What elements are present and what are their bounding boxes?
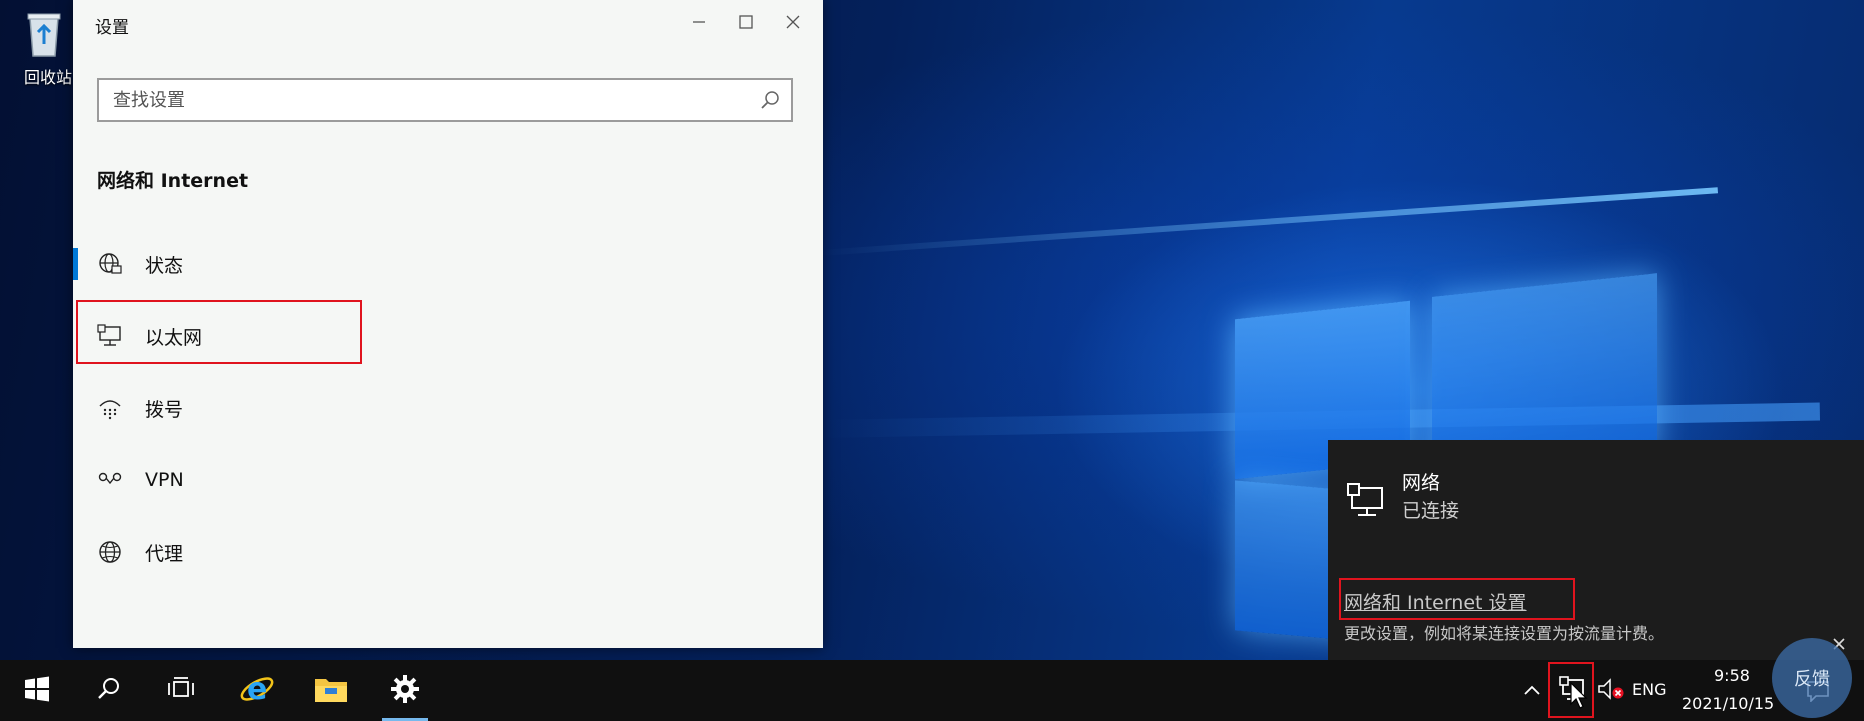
clock-date[interactable]: 2021/10/15	[1682, 694, 1774, 713]
section-title: 网络和 Internet	[97, 170, 249, 192]
dialup-icon	[95, 393, 125, 423]
volume-tray-button[interactable]	[1594, 660, 1628, 721]
chevron-up-icon	[1523, 681, 1541, 700]
nav-item-label: 状态	[145, 254, 184, 277]
nav-item-label: VPN	[145, 469, 184, 491]
nav-item-dialup[interactable]: 拨号	[73, 380, 403, 436]
taskbar: e ENG 9:58 2021/10/15	[0, 660, 1864, 721]
network-computer-icon	[1346, 482, 1386, 522]
ethernet-icon	[95, 321, 125, 351]
globe-status-icon	[95, 249, 125, 279]
task-view-button[interactable]	[156, 660, 206, 721]
internet-explorer-icon: e	[239, 671, 275, 711]
search-icon[interactable]	[759, 89, 781, 115]
wallpaper-beam	[819, 187, 1719, 256]
search-input[interactable]	[99, 80, 735, 120]
nav-item-label: 以太网	[145, 326, 203, 349]
nav-item-label: 拨号	[145, 398, 184, 421]
language-indicator[interactable]: ENG	[1632, 680, 1666, 699]
recycle-bin-label: 回收站	[24, 68, 73, 87]
mouse-cursor-icon	[1570, 681, 1588, 714]
recycle-bin-shortcut[interactable]: 回收站	[24, 10, 73, 88]
globe-icon	[95, 537, 125, 567]
folder-icon	[314, 674, 348, 708]
network-settings-description: 更改设置，例如将某连接设置为按流量计费。	[1344, 624, 1665, 643]
minimize-button[interactable]	[676, 8, 722, 40]
network-status: 已连接	[1402, 500, 1460, 522]
nav-item-label: 代理	[145, 542, 184, 565]
recycle-bin-icon	[26, 10, 62, 58]
settings-titlebar[interactable]: 设置	[73, 0, 823, 48]
nav-item-vpn[interactable]: VPN	[73, 452, 403, 508]
internet-explorer-button[interactable]: e	[230, 660, 284, 721]
clock-time[interactable]: 9:58	[1714, 666, 1750, 685]
taskbar-search-button[interactable]	[84, 660, 134, 721]
search-icon	[96, 676, 122, 706]
start-button[interactable]	[12, 660, 62, 721]
window-title: 设置	[95, 18, 129, 38]
close-button[interactable]	[770, 8, 816, 40]
minimize-icon	[691, 14, 707, 34]
feedback-label: 反馈	[1794, 669, 1830, 690]
gear-icon	[390, 674, 420, 708]
file-explorer-button[interactable]	[304, 660, 358, 721]
show-hidden-icons-button[interactable]	[1516, 660, 1548, 721]
nav-item-ethernet[interactable]: 以太网	[73, 308, 403, 364]
windows-logo-icon	[24, 676, 50, 706]
nav-item-proxy[interactable]: 代理	[73, 524, 403, 580]
maximize-button[interactable]	[723, 8, 769, 40]
task-view-icon	[167, 676, 195, 705]
feedback-button[interactable]: 反馈	[1772, 638, 1852, 718]
settings-taskbar-button[interactable]	[376, 660, 434, 721]
network-name: 网络	[1402, 472, 1441, 494]
vpn-icon	[95, 465, 125, 495]
settings-window: 设置 网络和 Internet	[73, 0, 823, 648]
network-internet-settings-link[interactable]: 网络和 Internet 设置	[1344, 588, 1527, 615]
svg-text:e: e	[247, 672, 267, 707]
close-icon	[785, 14, 801, 34]
settings-search-box[interactable]	[97, 78, 793, 122]
maximize-icon	[738, 14, 754, 34]
nav-item-status[interactable]: 状态	[73, 236, 403, 292]
volume-muted-icon	[1597, 677, 1625, 705]
network-flyout: 网络 已连接 网络和 Internet 设置 更改设置，例如将某连接设置为按流量…	[1328, 440, 1864, 660]
